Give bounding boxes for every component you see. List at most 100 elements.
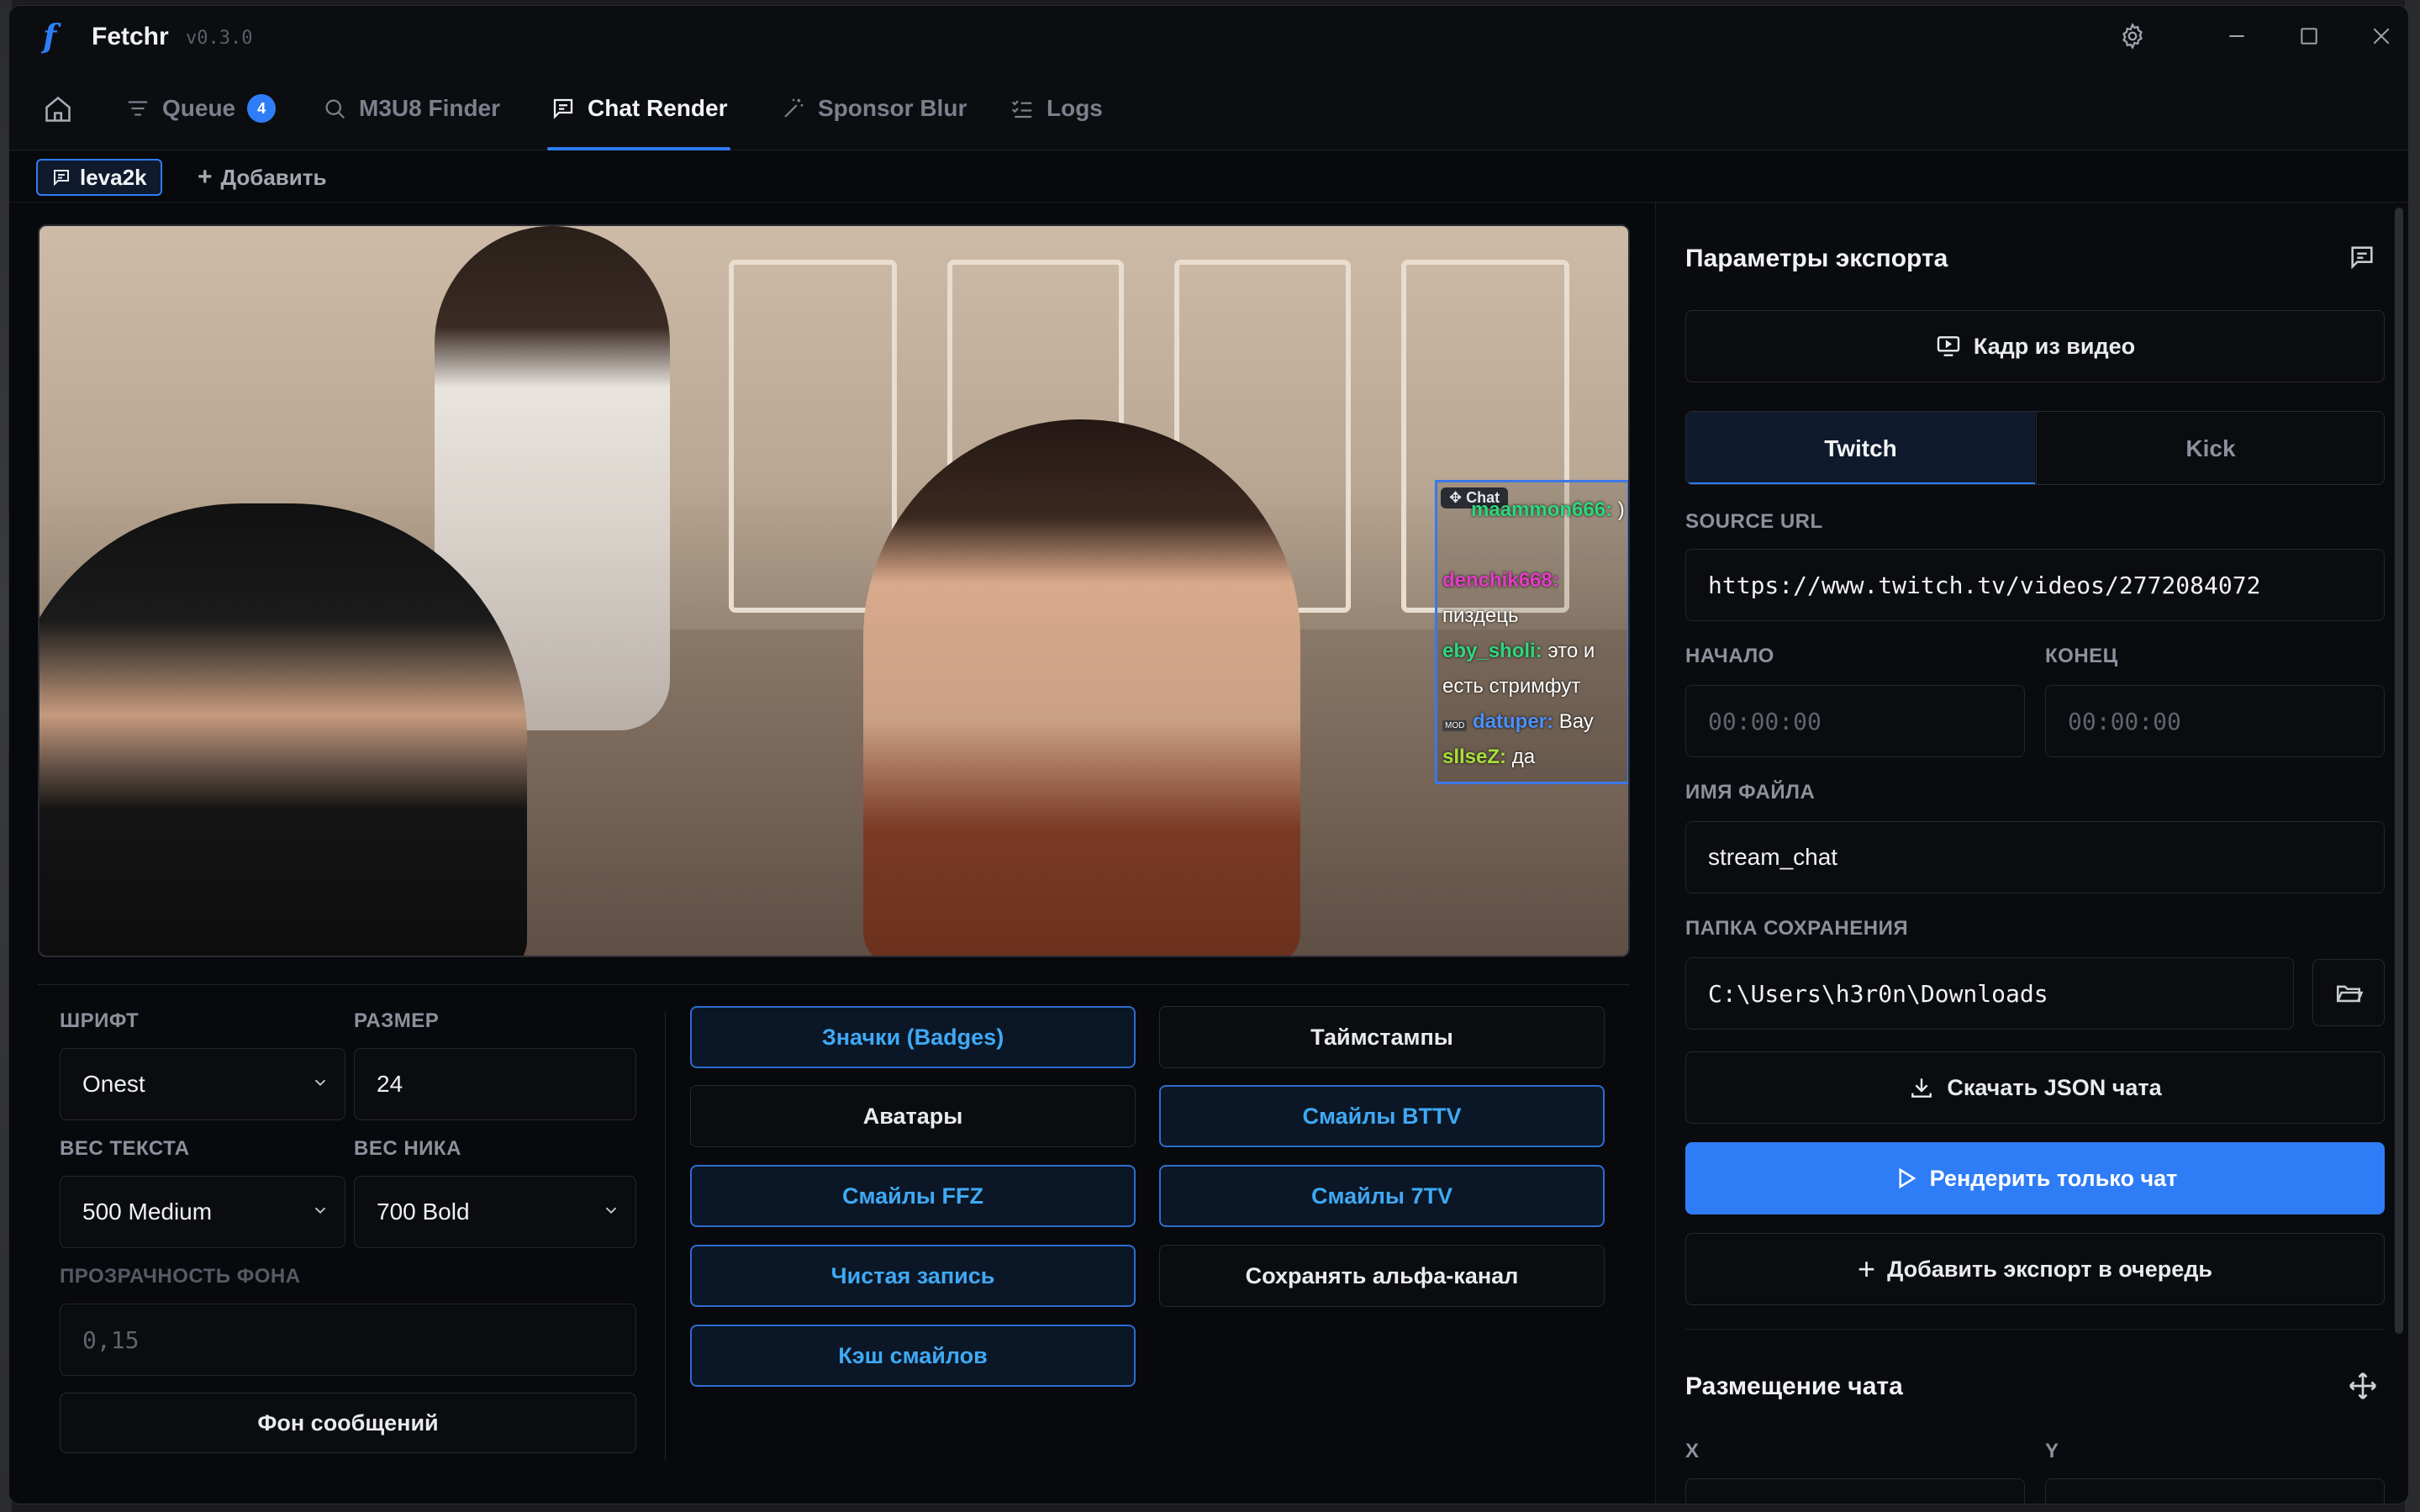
chat-text: Вау xyxy=(1558,710,1594,733)
toggle-bttv[interactable]: Смайлы BTTV xyxy=(1159,1085,1605,1147)
toggle-badges[interactable]: Значки (Badges) xyxy=(690,1006,1136,1068)
main-tab-bar: Queue 4 M3U8 Finder Chat Render Sponsor … xyxy=(9,66,2408,150)
chat-nick: sllseZ: xyxy=(1442,745,1507,768)
x-input[interactable] xyxy=(1685,1478,2025,1504)
list-check-icon xyxy=(1011,100,1032,119)
y-label: Y xyxy=(2045,1440,2059,1462)
app-window: f Fetchr v0.3.0 Queue 4 M3U8 Finder Chat… xyxy=(8,5,2409,1504)
tab-queue[interactable]: Queue 4 xyxy=(125,66,277,150)
source-url-input[interactable]: https://www.twitch.tv/videos/2772084072 xyxy=(1685,549,2385,621)
chevron-down-icon xyxy=(311,1199,330,1225)
font-select[interactable]: Onest xyxy=(60,1048,345,1120)
nick-weight-select[interactable]: 700 Bold xyxy=(354,1176,636,1248)
toggle-label: Чистая запись xyxy=(830,1262,995,1288)
chat-message: eby_sholi: это и xyxy=(1442,634,1595,669)
toggle-clean-record[interactable]: Чистая запись xyxy=(690,1245,1136,1307)
section-divider xyxy=(38,984,1630,985)
tab-label: Sponsor Blur xyxy=(818,95,967,121)
platform-label: Twitch xyxy=(1824,435,1897,461)
platform-kick[interactable]: Kick xyxy=(2036,412,2384,484)
size-input[interactable]: 24 xyxy=(354,1048,636,1120)
search-icon xyxy=(325,99,345,119)
video-preview[interactable]: ✥ Chat maammon666: ) denchik668: пиздець… xyxy=(38,224,1630,957)
channel-bar: leva2k + Добавить xyxy=(9,150,2408,203)
download-json-button[interactable]: Скачать JSON чата xyxy=(1685,1051,2385,1124)
download-json-label: Скачать JSON чата xyxy=(1947,1074,2162,1100)
toggle-label: Значки (Badges) xyxy=(821,1024,1004,1050)
add-channel-button[interactable]: + Добавить xyxy=(186,159,338,196)
chat-message: MOD datuper: Вау xyxy=(1442,704,1594,744)
toggle-avatars[interactable]: Аватары xyxy=(690,1085,1136,1147)
size-value: 24 xyxy=(377,1071,403,1097)
toggle-timestamps[interactable]: Таймстампы xyxy=(1159,1006,1605,1068)
start-label: НАЧАЛО xyxy=(1685,645,1774,667)
chat-nick: denchik668: xyxy=(1442,569,1559,592)
nick-weight-label: ВЕС НИКА xyxy=(354,1137,461,1160)
toggle-label: Смайлы 7TV xyxy=(1311,1183,1453,1209)
chevron-down-icon xyxy=(311,1071,330,1098)
toggle-label: Кэш смайлов xyxy=(838,1342,988,1368)
tab-chat-render[interactable]: Chat Render xyxy=(547,66,731,150)
mod-badge: MOD xyxy=(1442,720,1468,731)
download-icon xyxy=(1911,1078,1932,1098)
filename-input[interactable]: stream_chat xyxy=(1685,821,2385,893)
toggle-ffz[interactable]: Смайлы FFZ xyxy=(690,1165,1136,1227)
channel-name: leva2k xyxy=(80,164,147,190)
render-chat-button[interactable]: Рендерить только чат xyxy=(1685,1142,2385,1214)
toggle-emote-cache[interactable]: Кэш смайлов xyxy=(690,1325,1136,1387)
tab-label: Chat Render xyxy=(588,95,728,121)
platform-twitch[interactable]: Twitch xyxy=(1686,412,2035,484)
platform-switch: Twitch Kick xyxy=(1685,411,2385,485)
chat-message: есть стримфут xyxy=(1442,669,1580,704)
panel-scrollbar[interactable] xyxy=(2395,208,2403,1334)
section-divider xyxy=(665,1011,666,1461)
toggle-alpha-channel[interactable]: Сохранять альфа-канал xyxy=(1159,1245,1605,1307)
toggle-7tv[interactable]: Смайлы 7TV xyxy=(1159,1165,1605,1227)
message-background-button[interactable]: Фон сообщений xyxy=(60,1393,636,1453)
tab-sponsor-blur[interactable]: Sponsor Blur xyxy=(781,66,967,150)
app-logo-icon: f xyxy=(43,17,57,55)
add-to-queue-button[interactable]: + Добавить экспорт в очередь xyxy=(1685,1233,2385,1305)
toggle-label: Аватары xyxy=(862,1103,963,1129)
text-weight-value: 500 Medium xyxy=(82,1199,213,1225)
home-icon[interactable] xyxy=(38,89,78,129)
y-input[interactable] xyxy=(2045,1478,2385,1504)
start-time-input[interactable]: 00:00:00 xyxy=(1685,685,2025,757)
plus-icon: + xyxy=(1858,1251,1876,1286)
end-time-input[interactable]: 00:00:00 xyxy=(2045,685,2385,757)
title-bar[interactable]: f Fetchr v0.3.0 xyxy=(9,6,2408,66)
size-label: РАЗМЕР xyxy=(354,1009,440,1032)
close-icon[interactable] xyxy=(2365,19,2398,53)
add-channel-label: Добавить xyxy=(220,164,327,190)
tab-label: M3U8 Finder xyxy=(359,95,501,121)
section-divider xyxy=(1685,1329,2385,1330)
move-icon[interactable] xyxy=(2348,1371,2378,1405)
toggle-label: Сохранять альфа-канал xyxy=(1245,1262,1519,1288)
chat-text: пиздець xyxy=(1442,604,1519,627)
frame-from-video-button[interactable]: Кадр из видео xyxy=(1685,310,2385,382)
chat-text: ) xyxy=(1617,498,1625,521)
chat-bubble-icon[interactable] xyxy=(2348,243,2376,276)
folder-input[interactable]: C:\Users\h3r0n\Downloads xyxy=(1685,957,2294,1030)
text-weight-select[interactable]: 500 Medium xyxy=(60,1176,345,1248)
filename-value: stream_chat xyxy=(1708,844,1838,870)
font-value: Onest xyxy=(82,1071,145,1097)
settings-gear-icon[interactable] xyxy=(2116,19,2149,53)
chat-text: да xyxy=(1511,745,1536,768)
maximize-icon[interactable] xyxy=(2292,19,2326,53)
export-title: Параметры экспорта xyxy=(1685,245,1948,272)
folder-open-icon[interactable] xyxy=(2312,959,2385,1026)
chat-overlay-box[interactable]: ✥ Chat maammon666: ) denchik668: пиздець… xyxy=(1435,480,1628,784)
bg-opacity-input[interactable]: 0,15 xyxy=(60,1304,636,1376)
tab-logs[interactable]: Logs xyxy=(1010,66,1103,150)
tab-m3u8-finder[interactable]: M3U8 Finder xyxy=(322,66,500,150)
toggle-label: Смайлы FFZ xyxy=(842,1183,983,1209)
chat-nick: maammon666: xyxy=(1471,498,1613,521)
toggle-label: Смайлы BTTV xyxy=(1302,1103,1462,1129)
queue-count-badge: 4 xyxy=(247,94,277,123)
person-silhouette xyxy=(863,419,1300,956)
channel-chip[interactable]: leva2k xyxy=(36,159,162,196)
minimize-icon[interactable] xyxy=(2220,19,2254,53)
platform-label: Kick xyxy=(2185,435,2236,461)
placement-title: Размещение чата xyxy=(1685,1372,1903,1400)
